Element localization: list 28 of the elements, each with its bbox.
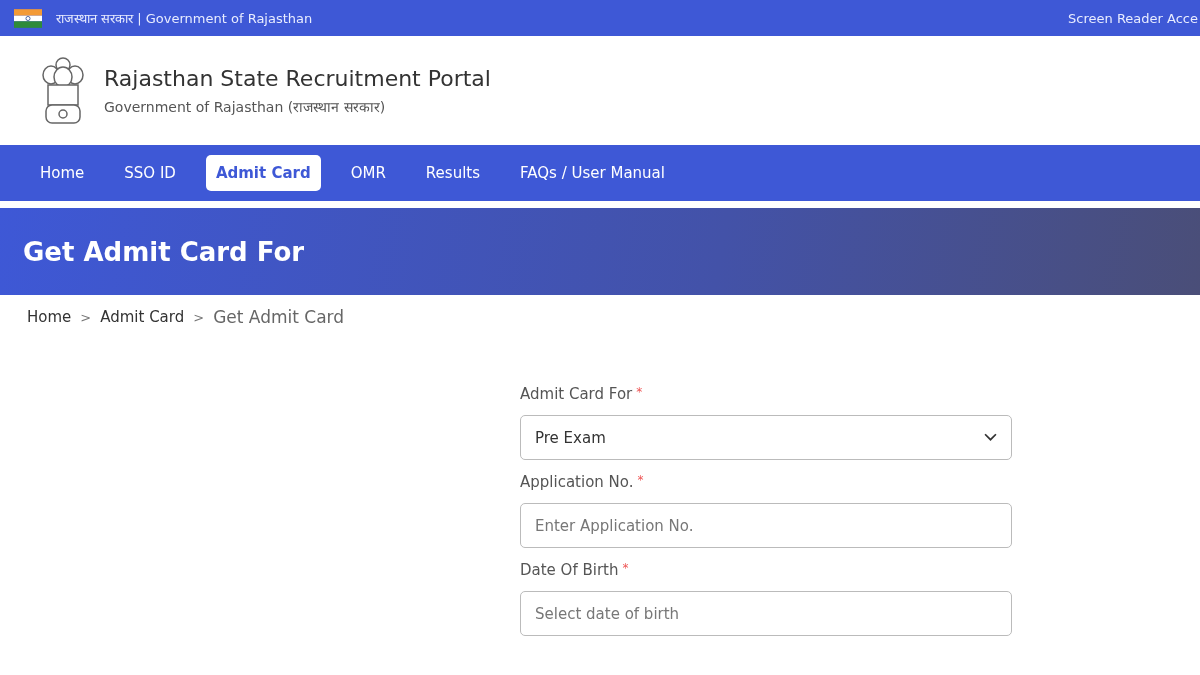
field-label: Application No. xyxy=(520,473,634,491)
breadcrumb-link[interactable]: Admit Card xyxy=(100,308,185,326)
nav-tab[interactable]: Results xyxy=(415,155,490,191)
chevron-down-icon xyxy=(984,433,997,442)
screen-reader-link[interactable]: Screen Reader Acce xyxy=(1068,10,1198,26)
breadcrumb-current: Get Admit Card xyxy=(213,307,345,327)
input-field[interactable]: Select date of birth xyxy=(520,591,1012,636)
select-field[interactable]: Pre Exam xyxy=(520,415,1012,460)
required-mark: * xyxy=(637,473,644,487)
input-field[interactable]: Enter Application No. xyxy=(520,503,1012,548)
nav-tab[interactable]: Home xyxy=(30,155,95,191)
nav-tab[interactable]: OMR xyxy=(340,155,396,191)
breadcrumb-separator: > xyxy=(80,309,92,325)
field-label: Date Of Birth xyxy=(520,561,619,579)
nav-tab[interactable]: Admit Card xyxy=(205,155,321,191)
portal-title: Rajasthan State Recruitment Portal xyxy=(104,65,491,91)
government-label: राजस्थान सरकार | Government of Rajasthan xyxy=(56,10,313,27)
nav-tab[interactable]: SSO ID xyxy=(114,155,186,191)
breadcrumb-link[interactable]: Home xyxy=(27,308,72,326)
required-mark: * xyxy=(636,385,643,399)
field-label: Admit Card For xyxy=(520,385,633,403)
required-mark: * xyxy=(622,561,629,575)
portal-subtitle: Government of Rajasthan (राजस्थान सरकार) xyxy=(104,97,387,116)
emblem-icon xyxy=(40,54,86,127)
nav-tab[interactable]: FAQs / User Manual xyxy=(510,155,675,191)
flag-icon xyxy=(14,8,42,28)
breadcrumb-separator: > xyxy=(193,309,205,325)
page-title: Get Admit Card For xyxy=(23,236,305,267)
